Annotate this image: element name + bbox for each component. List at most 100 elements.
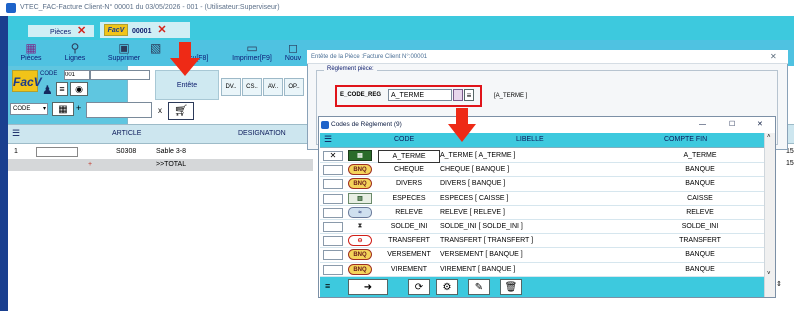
codes-list-item[interactable]: BNQ DIVERS DIVERS [ BANQUE ] BANQUE	[320, 177, 764, 192]
close-icon[interactable]: ✕	[157, 24, 166, 36]
row-libelle: VERSEMENT [ BANQUE ]	[440, 251, 523, 259]
tab-facv[interactable]: FacV 00001 ✕	[100, 22, 190, 38]
close-icon[interactable]: ✕	[757, 117, 763, 133]
row-checkbox[interactable]: ✕	[323, 151, 343, 161]
refresh-icon[interactable]: ⟳	[408, 279, 430, 295]
maximize-icon[interactable]: ☐	[729, 117, 735, 133]
arrow-icon	[170, 42, 200, 76]
reglement-section-label: Règlement pièce:	[324, 66, 377, 72]
line-input[interactable]	[86, 102, 152, 118]
search-icon: ⚲	[70, 41, 80, 55]
codes-list-item[interactable]: ⊖ TRANSFERT TRANSFERT [ TRANSFERT ] TRANSFE…	[320, 234, 764, 249]
card-icon: ▤	[348, 150, 372, 161]
chevron-up-icon[interactable]: ˄	[767, 134, 771, 140]
select-icon[interactable]: ➜	[348, 279, 388, 295]
close-icon[interactable]: ✕	[77, 25, 86, 37]
row-libelle: CHEQUE [ BANQUE ]	[440, 166, 510, 174]
toolbar-label: Nouv	[284, 55, 302, 62]
right-value: 15	[786, 160, 794, 167]
delete-icon[interactable]: 🗑︎	[500, 279, 522, 295]
close-icon[interactable]: x	[158, 106, 162, 115]
menu-icon[interactable]: ≡	[325, 281, 330, 291]
codes-list-item[interactable]: ▥ ESPECES ESPECES [ CAISSE ] CAISSE	[320, 192, 764, 206]
row-checkbox[interactable]	[323, 236, 343, 247]
toolbar-imprimer-button[interactable]: ▭ Imprimer[F9]	[226, 42, 278, 66]
grid-menu-icon[interactable]: ☰	[324, 134, 332, 145]
row-libelle: DIVERS [ BANQUE ]	[440, 180, 506, 188]
tab-pieces[interactable]: Pièces ✕	[28, 25, 94, 37]
cart-icon[interactable]: 🛒︎	[168, 102, 194, 120]
list-icon[interactable]: ≡	[56, 82, 68, 96]
row-total-label: >>TOTAL	[156, 161, 187, 168]
mini-button-av[interactable]: AV..	[263, 78, 283, 96]
column-header-article[interactable]: ARTICLE	[112, 130, 141, 137]
row-libelle: A_TERME [ A_TERME ]	[440, 152, 516, 159]
eye-icon[interactable]: ◉	[70, 82, 88, 96]
add-icon[interactable]: +	[76, 103, 81, 113]
mini-button-op[interactable]: OP..	[284, 78, 304, 96]
code-extra-input[interactable]	[90, 70, 150, 80]
column-header-code[interactable]: CODE	[394, 136, 414, 143]
filter-icon[interactable]: ⚙	[436, 279, 458, 295]
codes-list-item[interactable]: ⧗ SOLDE_INI SOLDE_INI [ SOLDE_INI ] SOLDE_I…	[320, 220, 764, 235]
row-edit-cell[interactable]	[36, 147, 78, 157]
minimize-icon[interactable]: —	[699, 117, 706, 133]
codes-list-item[interactable]: BNQ VERSEMENT VERSEMENT [ BANQUE ] BANQUE	[320, 248, 764, 263]
facv-logo-icon: FacV	[104, 24, 128, 36]
code-dropdown[interactable]: CODE ▾	[10, 103, 48, 115]
cash-icon: ▥	[348, 192, 372, 204]
row-compte: BANQUE	[685, 166, 715, 174]
chevron-down-icon[interactable]: ˅	[767, 271, 771, 277]
row-checkbox[interactable]	[323, 222, 343, 232]
codes-list-item[interactable]: ✕ ▤ A_TERME A_TERME [ A_TERME ] A_TERME	[320, 149, 764, 164]
codes-vertical-scrollbar[interactable]: ˄ ˅	[764, 133, 775, 297]
row-checkbox[interactable]	[323, 179, 343, 190]
row-checkbox[interactable]	[323, 207, 343, 218]
row-code: DIVERS	[395, 180, 423, 188]
close-icon[interactable]: ✕	[770, 52, 777, 61]
row-libelle: VIREMENT [ BANQUE ]	[440, 265, 516, 273]
entete-dialog-title: Entête de la Pièce :Facture Client N°:00…	[307, 50, 788, 64]
row-compte: TRANSFERT	[679, 237, 721, 245]
row-article: S0308	[116, 148, 137, 155]
codes-list-item[interactable]: BNQ CHEQUE CHEQUE [ BANQUE ] BANQUE	[320, 163, 764, 178]
codes-list-item[interactable]: BNQ VIREMENT VIREMENT [ BANQUE ] BANQUE	[320, 263, 764, 277]
row-code: SOLDE_INI	[390, 223, 428, 230]
calendar-icon[interactable]: ▦	[52, 102, 74, 116]
row-compte: SOLDE_INI	[681, 223, 719, 230]
toolbar-nouv-button[interactable]: ◻ Nouv	[280, 42, 306, 66]
highlight-box	[335, 85, 482, 107]
row-compte: A_TERME	[683, 152, 717, 159]
toolbar-lignes-button[interactable]: ⚲ Lignes	[54, 42, 96, 66]
releve-icon: ≈	[348, 206, 372, 218]
add-row-icon[interactable]: +	[88, 159, 92, 171]
new-icon: ◻	[288, 41, 298, 55]
codes-list-item[interactable]: ≈ RELEVE RELEVE [ RELEVE ] RELEVE	[320, 206, 764, 220]
row-compte: BANQUE	[685, 265, 715, 273]
left-edge-bar	[0, 16, 8, 311]
mini-button-dv[interactable]: DV..	[221, 78, 241, 96]
toolbar-pieces-button[interactable]: ▦ Pièces	[10, 42, 52, 66]
column-header-designation[interactable]: DESIGNATION	[238, 130, 286, 137]
row-libelle: TRANSFERT [ TRANSFERT ]	[440, 237, 534, 245]
row-compte: RELEVE	[686, 208, 714, 216]
tab-facv-label: 00001	[132, 28, 152, 35]
edit-icon[interactable]: ✎	[468, 279, 490, 295]
grid-menu-icon[interactable]: ☰	[12, 128, 20, 139]
toolbar-supprimer-button[interactable]: ▣ Supprimer	[100, 42, 148, 66]
row-code: RELEVE	[395, 208, 423, 216]
table-row-total: + >>TOTAL	[8, 159, 313, 171]
row-checkbox[interactable]	[323, 193, 343, 204]
row-code: CHEQUE	[394, 166, 424, 174]
mini-button-cs[interactable]: CS..	[242, 78, 262, 96]
column-header-compte[interactable]: COMPTE FIN	[664, 136, 707, 143]
code-input[interactable]	[64, 70, 90, 80]
row-designation: Sable 3-8	[156, 148, 186, 155]
row-checkbox[interactable]	[323, 250, 343, 261]
row-checkbox[interactable]	[323, 264, 343, 275]
column-header-libelle[interactable]: LIBELLE	[516, 136, 544, 143]
user-icon[interactable]: ♟	[42, 83, 53, 97]
table-row[interactable]: 1 S0308 Sable 3-8	[8, 146, 313, 158]
row-checkbox[interactable]	[323, 165, 343, 176]
resize-icon[interactable]: ⇕	[776, 280, 782, 288]
